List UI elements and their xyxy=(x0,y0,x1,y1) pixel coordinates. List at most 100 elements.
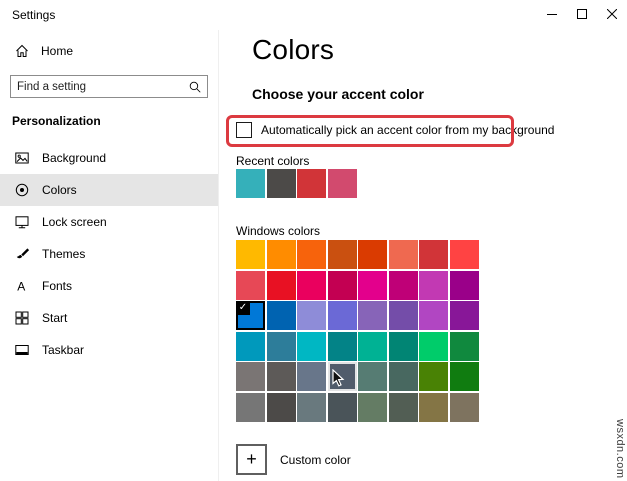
windows-color-swatch[interactable] xyxy=(358,240,387,269)
sidebar-item-fonts[interactable]: A Fonts xyxy=(0,270,218,302)
windows-color-swatch[interactable] xyxy=(328,271,357,300)
maximize-button[interactable] xyxy=(567,0,597,28)
personalization-label: Personalization xyxy=(12,114,218,128)
windows-color-swatch[interactable] xyxy=(358,393,387,422)
windows-color-swatch[interactable] xyxy=(419,332,448,361)
windows-color-swatch[interactable] xyxy=(236,332,265,361)
windows-color-swatch[interactable] xyxy=(267,362,296,391)
recent-color-swatch[interactable] xyxy=(297,169,326,198)
windows-color-swatch[interactable] xyxy=(236,271,265,300)
watermark: wsxdn.com xyxy=(614,419,626,479)
windows-color-swatch[interactable] xyxy=(297,332,326,361)
windows-color-swatch[interactable] xyxy=(389,240,418,269)
windows-color-swatch[interactable] xyxy=(450,332,479,361)
windows-color-swatch[interactable] xyxy=(389,393,418,422)
windows-color-swatch[interactable] xyxy=(389,362,418,391)
windows-color-swatch[interactable] xyxy=(328,393,357,422)
sidebar-item-label: Themes xyxy=(42,247,85,261)
page-title: Colors xyxy=(252,34,334,66)
svg-text:A: A xyxy=(17,280,25,294)
windows-color-swatch[interactable] xyxy=(450,240,479,269)
search-box xyxy=(10,75,208,98)
windows-color-swatch[interactable] xyxy=(297,362,326,391)
windows-color-swatch[interactable] xyxy=(297,240,326,269)
auto-accent-checkbox[interactable] xyxy=(236,122,252,138)
windows-color-swatch[interactable] xyxy=(297,271,326,300)
windows-color-swatch[interactable] xyxy=(236,393,265,422)
windows-color-swatch[interactable] xyxy=(419,271,448,300)
sidebar-item-label: Fonts xyxy=(42,279,72,293)
search-input[interactable] xyxy=(11,76,187,97)
windows-color-swatch[interactable] xyxy=(297,301,326,330)
home-label: Home xyxy=(41,44,73,58)
settings-window: Settings Home xyxy=(0,0,627,481)
custom-color-row: + Custom color xyxy=(236,444,351,475)
windows-color-swatch[interactable] xyxy=(236,240,265,269)
sidebar-item-label: Taskbar xyxy=(42,343,84,357)
plus-icon: + xyxy=(246,449,257,470)
windows-color-swatch[interactable] xyxy=(450,393,479,422)
custom-color-button[interactable]: + xyxy=(236,444,267,475)
caption-buttons xyxy=(537,0,627,28)
recent-color-swatch[interactable] xyxy=(236,169,265,198)
windows-color-swatch[interactable] xyxy=(358,301,387,330)
windows-color-swatch[interactable] xyxy=(419,240,448,269)
windows-color-swatch[interactable] xyxy=(450,271,479,300)
taskbar-icon xyxy=(14,342,30,358)
close-icon xyxy=(604,6,620,22)
selected-check-icon: ✓ xyxy=(236,301,250,315)
maximize-icon xyxy=(574,6,590,22)
windows-color-swatch[interactable] xyxy=(328,332,357,361)
sidebar-item-taskbar[interactable]: Taskbar xyxy=(0,334,218,366)
windows-color-swatch[interactable] xyxy=(358,332,387,361)
recent-color-swatch[interactable] xyxy=(328,169,357,198)
sidebar-item-label: Lock screen xyxy=(42,215,107,229)
windows-color-swatch[interactable] xyxy=(450,301,479,330)
titlebar: Settings xyxy=(0,0,627,30)
windows-color-swatch[interactable]: ✓ xyxy=(236,301,265,330)
windows-color-swatch[interactable] xyxy=(358,362,387,391)
home-icon xyxy=(14,43,30,59)
app-title: Settings xyxy=(12,8,55,22)
windows-color-swatch[interactable] xyxy=(297,393,326,422)
sidebar-item-label: Start xyxy=(42,311,67,325)
windows-color-swatch[interactable] xyxy=(328,301,357,330)
auto-accent-label: Automatically pick an accent color from … xyxy=(261,123,554,137)
windows-color-swatch[interactable] xyxy=(419,362,448,391)
windows-colors-label: Windows colors xyxy=(236,224,320,238)
windows-color-swatch[interactable] xyxy=(419,393,448,422)
windows-color-swatch[interactable] xyxy=(267,393,296,422)
windows-color-swatch[interactable] xyxy=(267,240,296,269)
recent-color-swatch[interactable] xyxy=(267,169,296,198)
search-icon[interactable] xyxy=(187,79,203,95)
windows-color-swatch[interactable] xyxy=(419,301,448,330)
close-button[interactable] xyxy=(597,0,627,28)
lock-screen-icon xyxy=(14,214,30,230)
start-icon xyxy=(14,310,30,326)
sidebar-item-colors[interactable]: Colors xyxy=(0,174,218,206)
windows-color-swatch[interactable] xyxy=(389,301,418,330)
main-content: Colors Choose your accent color Automati… xyxy=(219,30,627,481)
windows-color-swatch[interactable] xyxy=(328,240,357,269)
windows-color-swatch[interactable] xyxy=(267,332,296,361)
sidebar-item-start[interactable]: Start xyxy=(0,302,218,334)
windows-color-swatch[interactable] xyxy=(389,271,418,300)
custom-color-label: Custom color xyxy=(280,453,351,467)
windows-color-swatch[interactable] xyxy=(358,271,387,300)
windows-color-swatch[interactable] xyxy=(450,362,479,391)
themes-icon xyxy=(14,246,30,262)
windows-color-swatch[interactable] xyxy=(236,362,265,391)
windows-color-swatch[interactable] xyxy=(328,362,357,391)
minimize-button[interactable] xyxy=(537,0,567,28)
recent-colors-label: Recent colors xyxy=(236,154,309,168)
windows-color-swatch[interactable] xyxy=(267,301,296,330)
windows-color-swatch[interactable] xyxy=(389,332,418,361)
sidebar-item-background[interactable]: Background xyxy=(0,142,218,174)
sidebar-item-home[interactable]: Home xyxy=(0,36,218,66)
windows-color-swatch[interactable] xyxy=(267,271,296,300)
sidebar-item-label: Colors xyxy=(42,183,77,197)
colors-icon xyxy=(14,182,30,198)
sidebar-item-themes[interactable]: Themes xyxy=(0,238,218,270)
sidebar-item-lock-screen[interactable]: Lock screen xyxy=(0,206,218,238)
recent-colors-row xyxy=(236,169,357,198)
